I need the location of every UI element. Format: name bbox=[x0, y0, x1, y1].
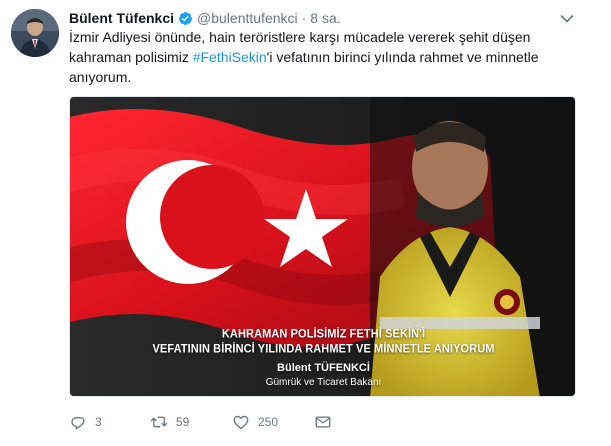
tweet-header: Bülent Tüfenkci @bulenttufenkci · 8 sa. bbox=[69, 8, 341, 28]
media-signature-name: Bülent TÜFENKCİ bbox=[277, 362, 370, 374]
chevron-down-icon[interactable] bbox=[560, 11, 574, 23]
media-caption-line2: VEFATININ BİRİNCİ YILINDA RAHMET VE MİNN… bbox=[152, 342, 495, 356]
author-name[interactable]: Bülent Tüfenkci bbox=[69, 10, 174, 26]
avatar[interactable] bbox=[11, 9, 59, 57]
retweet-count: 59 bbox=[176, 415, 190, 429]
tweet: Bülent Tüfenkci @bulenttufenkci · 8 sa. … bbox=[0, 0, 611, 446]
tweet-media-image[interactable]: KAHRAMAN POLİSİMİZ FETHİ SEKİN'İ VEFATIN… bbox=[69, 96, 576, 397]
tweet-text: İzmir Adliyesi önünde, hain teröristlere… bbox=[69, 27, 589, 87]
verified-badge-icon bbox=[178, 11, 193, 26]
retweet-icon bbox=[150, 416, 168, 428]
direct-message-icon bbox=[315, 416, 331, 428]
media-caption-line1: KAHRAMAN POLİSİMİZ FETHİ SEKİN'İ bbox=[221, 327, 426, 341]
retweet-button[interactable]: 59 bbox=[150, 412, 189, 432]
separator-dot: · bbox=[301, 10, 307, 26]
tweet-actions: 3 59 250 bbox=[69, 412, 589, 432]
direct-message-button[interactable] bbox=[314, 412, 340, 432]
like-icon bbox=[233, 415, 249, 430]
tweet-timestamp[interactable]: 8 sa. bbox=[310, 10, 340, 26]
like-count: 250 bbox=[258, 415, 279, 429]
hashtag-link[interactable]: #FethiSekin bbox=[193, 49, 267, 65]
media-signature-title: Gümrük ve Ticaret Bakanı bbox=[265, 377, 382, 388]
reply-button[interactable]: 3 bbox=[69, 412, 102, 432]
like-button[interactable]: 250 bbox=[232, 412, 278, 432]
reply-count: 3 bbox=[95, 415, 102, 429]
author-handle[interactable]: @bulenttufenkci bbox=[197, 10, 298, 26]
reply-icon bbox=[71, 416, 85, 430]
